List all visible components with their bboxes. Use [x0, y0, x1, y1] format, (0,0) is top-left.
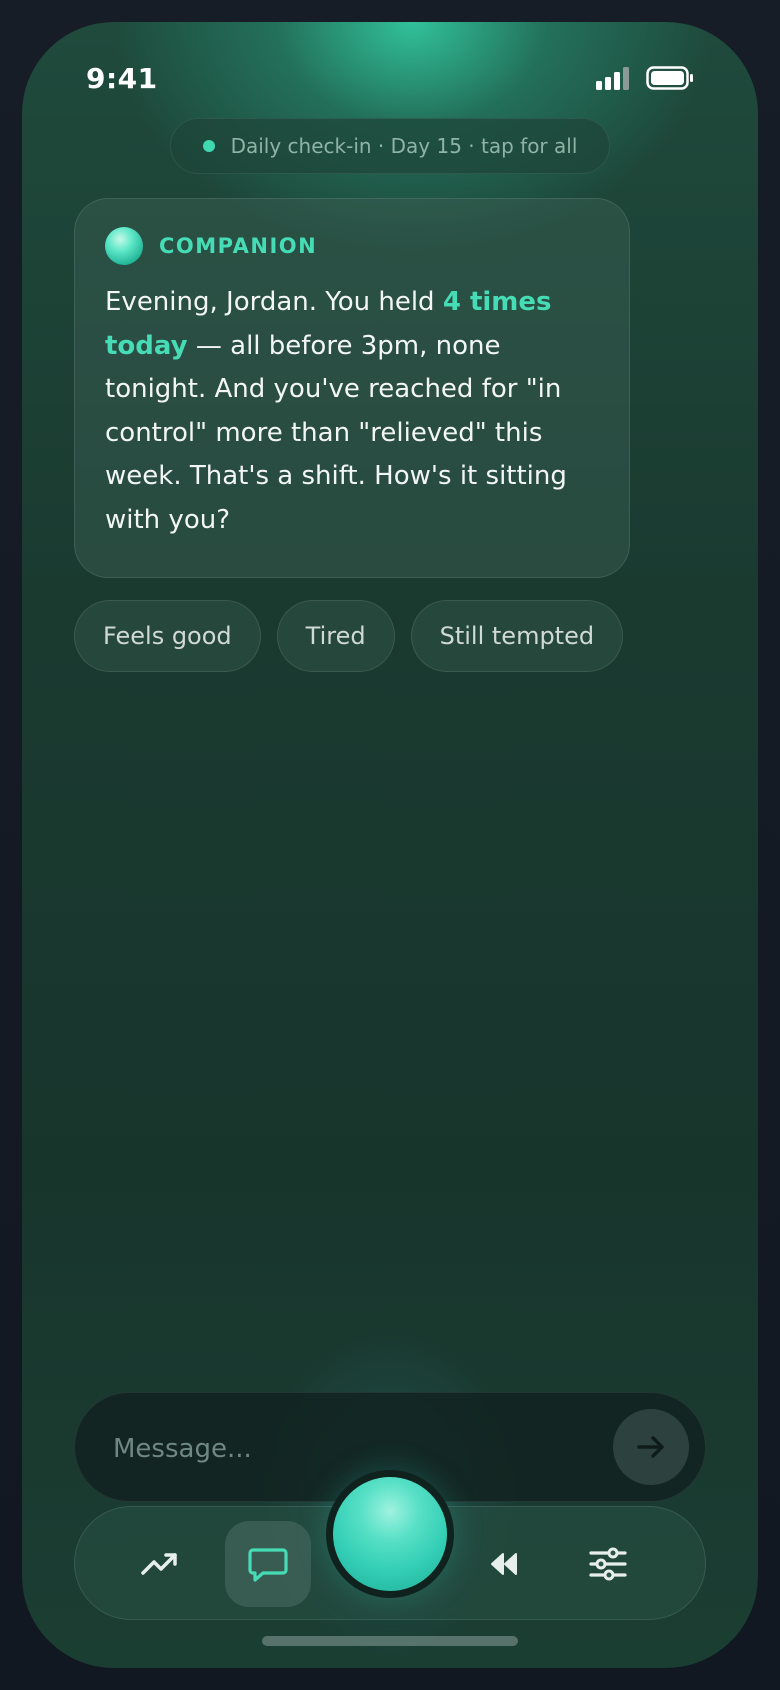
companion-label: COMPANION — [159, 234, 318, 258]
battery-icon — [646, 66, 693, 90]
companion-message-card: COMPANION Evening, Jordan. You held 4 ti… — [74, 198, 630, 578]
send-button[interactable] — [613, 1409, 689, 1485]
quick-reply-feels-good[interactable]: Feels good — [74, 600, 261, 672]
companion-header: COMPANION — [105, 227, 317, 265]
orb-button[interactable] — [326, 1470, 454, 1598]
arrow-right-icon — [637, 1436, 664, 1458]
nav-item-settings[interactable] — [565, 1521, 651, 1607]
cellular-signal-icon — [596, 67, 629, 90]
chat-bubble-icon — [248, 1548, 288, 1582]
message-input[interactable] — [111, 1421, 555, 1477]
trend-up-icon — [141, 1553, 177, 1575]
orb-sphere — [333, 1477, 447, 1591]
status-icons — [596, 66, 694, 90]
home-indicator[interactable] — [262, 1636, 518, 1646]
checkin-text: Daily check-in · Day 15 · tap for all — [230, 134, 578, 158]
nav-item-chat[interactable] — [225, 1521, 311, 1607]
companion-message-text: Evening, Jordan. You held 4 times today … — [105, 281, 605, 542]
quick-reply-tired[interactable]: Tired — [276, 600, 395, 672]
quick-reply-chips: Feels good Tired Still tempted — [74, 600, 624, 672]
sliders-icon — [589, 1547, 627, 1581]
companion-avatar-orb — [105, 227, 143, 265]
nav-item-progress[interactable] — [117, 1521, 203, 1607]
checkin-status-dot — [202, 140, 215, 152]
rewind-icon — [491, 1553, 517, 1575]
quick-reply-still-tempted[interactable]: Still tempted — [410, 600, 624, 672]
daily-checkin-pill[interactable]: Daily check-in · Day 15 · tap for all — [170, 118, 610, 174]
phone-screen: 9:41 Daily check-in · Day 15 · tap for a… — [22, 22, 758, 1668]
nav-item-history[interactable] — [461, 1521, 547, 1607]
status-time: 9:41 — [86, 62, 158, 95]
message-part-2: — all before 3pm, none tonight. And you'… — [105, 330, 567, 535]
message-part-1: Evening, Jordan. You held — [105, 287, 443, 317]
